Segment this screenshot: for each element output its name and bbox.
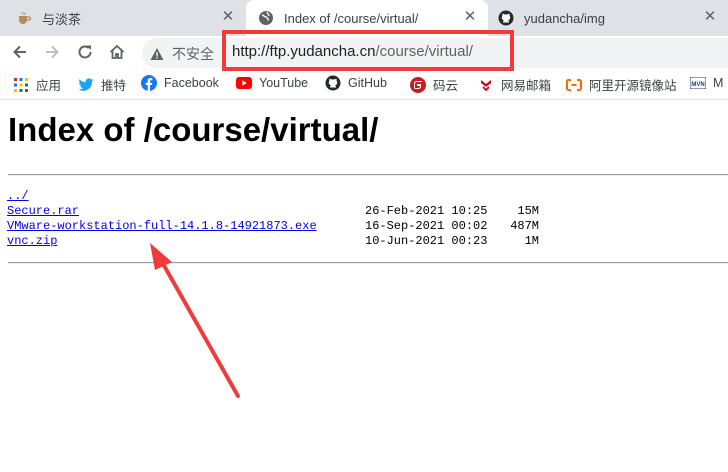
annotation-arrow (150, 243, 240, 398)
